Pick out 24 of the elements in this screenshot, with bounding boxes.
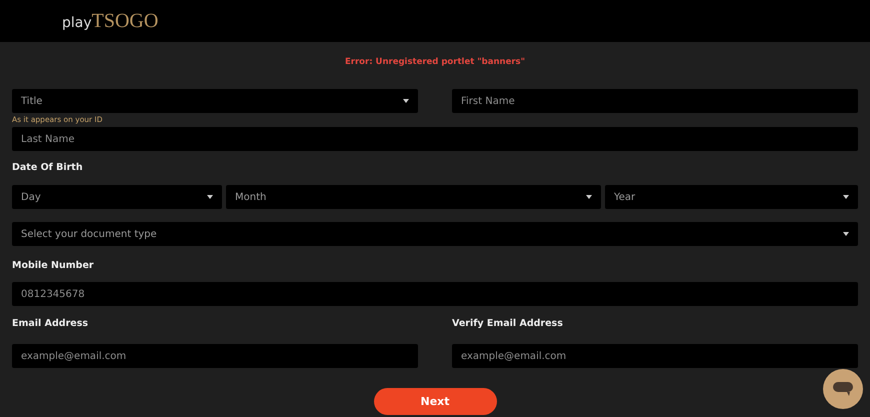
select-field[interactable]: Year: [605, 185, 858, 209]
logo[interactable]: playTSOGO: [62, 10, 158, 32]
select-field[interactable]: Title: [12, 89, 418, 113]
input-field[interactable]: Last Name: [12, 127, 858, 151]
caret-icon: [843, 232, 849, 236]
field-label: Verify Email Address: [452, 317, 564, 331]
caret-icon: [403, 99, 409, 103]
chat-button[interactable]: [823, 369, 863, 409]
field-label: Email Address: [12, 317, 90, 331]
caret-icon: [586, 195, 592, 199]
input-field[interactable]: First Name: [452, 89, 858, 113]
next-button[interactable]: Next: [374, 388, 496, 415]
input-field[interactable]: 0812345678: [12, 282, 858, 306]
input-field[interactable]: example@email.com: [452, 344, 858, 368]
field-label: Date Of Birth: [12, 161, 84, 175]
error-message: Error: Unregistered portlet "banners": [344, 57, 526, 67]
select-field[interactable]: Month: [226, 185, 601, 209]
caret-icon: [843, 195, 849, 199]
chat-bubble-icon: [833, 382, 853, 396]
caret-icon: [207, 195, 213, 199]
field-label: Mobile Number: [12, 259, 95, 273]
select-field[interactable]: Select your document type: [12, 222, 858, 246]
input-field[interactable]: example@email.com: [12, 344, 418, 368]
select-field[interactable]: Day: [12, 185, 222, 209]
